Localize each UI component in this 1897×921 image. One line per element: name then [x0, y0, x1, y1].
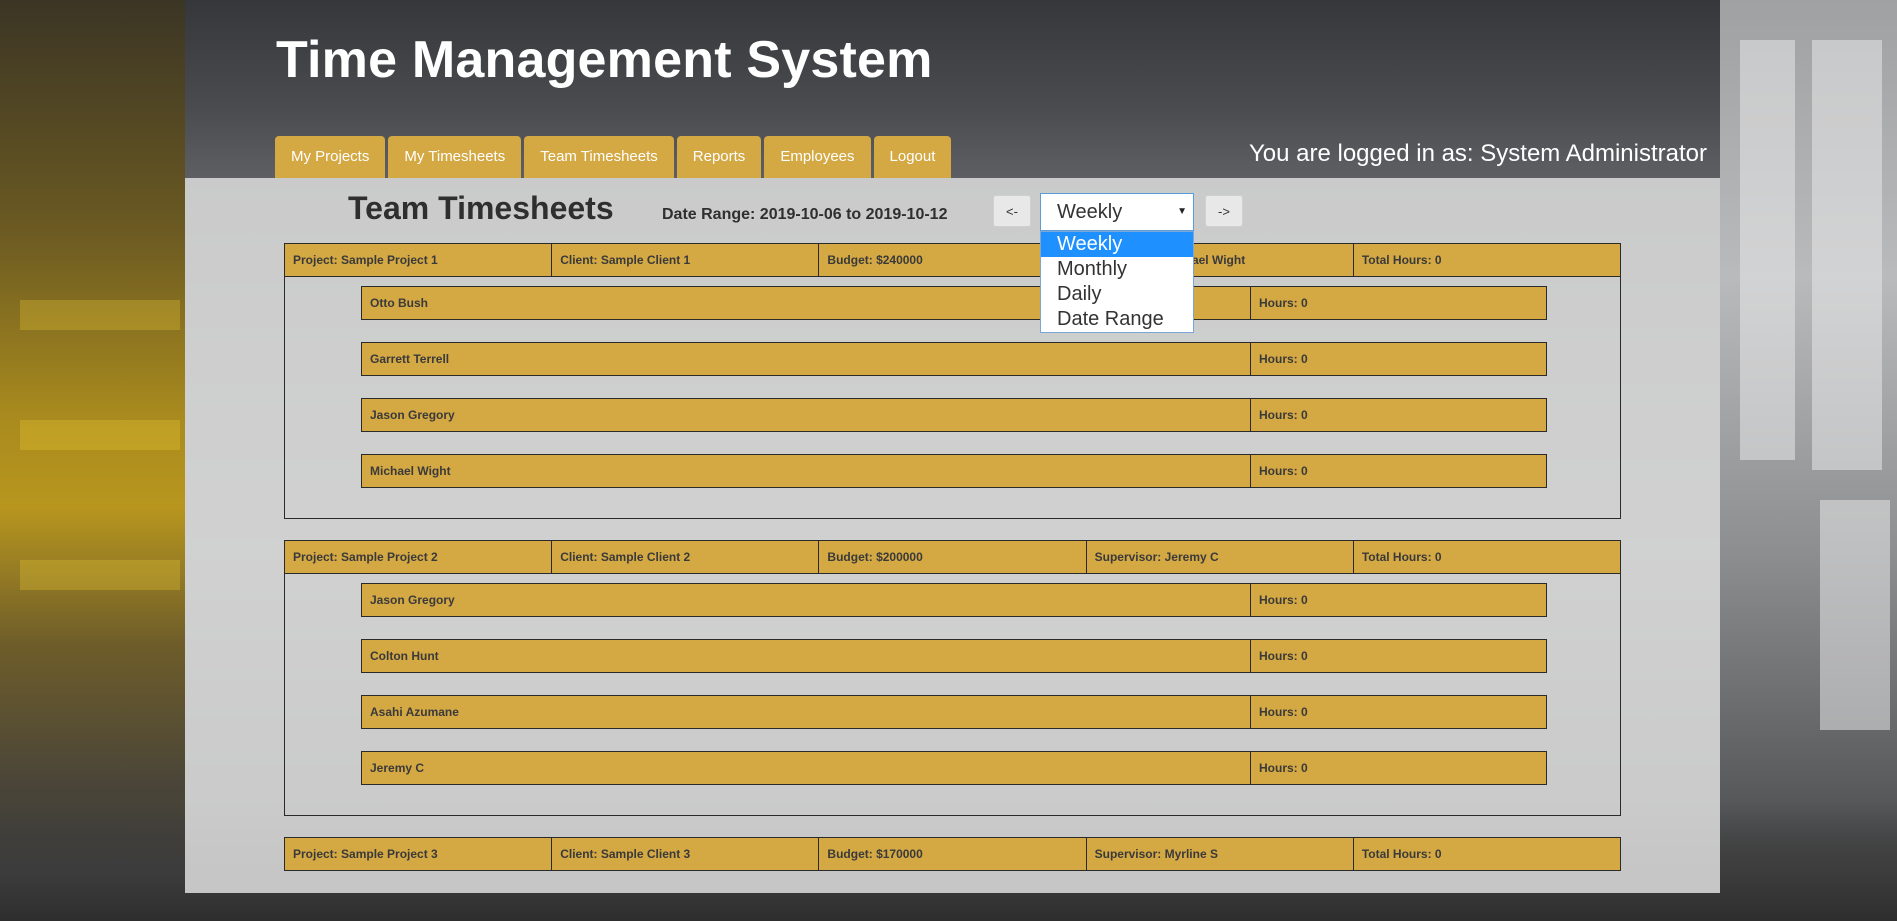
employee-name: Michael Wight	[362, 455, 1251, 487]
background-building	[1720, 0, 1897, 921]
project-total-hours: Total Hours: 0	[1361, 550, 1442, 564]
project-name: Project: Sample Project 2	[285, 541, 553, 573]
tab-my-timesheets[interactable]: My Timesheets	[388, 136, 522, 178]
employee-row[interactable]: Jason Gregory Hours: 0	[361, 583, 1547, 617]
tab-logout[interactable]: Logout	[873, 136, 952, 178]
option-daily[interactable]: Daily	[1041, 282, 1193, 307]
tab-reports[interactable]: Reports	[676, 136, 762, 178]
employee-hours: Hours: 0	[1259, 705, 1308, 719]
date-range-label: Date Range: 2019-10-06 to 2019-10-12	[662, 206, 948, 223]
employee-name: Jeremy C	[362, 752, 1251, 784]
project-supervisor: Supervisor: Myrline S	[1087, 838, 1354, 870]
option-weekly[interactable]: Weekly	[1041, 232, 1193, 257]
period-select-value: Weekly	[1057, 201, 1123, 223]
employee-name: Jason Gregory	[362, 584, 1251, 616]
employee-hours: Hours: 0	[1259, 408, 1308, 422]
project-name: Project: Sample Project 1	[285, 244, 553, 276]
period-select[interactable]: Weekly ▼	[1040, 193, 1194, 231]
project-name: Project: Sample Project 3	[285, 838, 553, 870]
employee-hours: Hours: 0	[1259, 464, 1308, 478]
background-left-blur	[0, 0, 190, 921]
employee-name: Colton Hunt	[362, 640, 1251, 672]
employee-hours: Hours: 0	[1259, 761, 1308, 775]
employee-row[interactable]: Garrett Terrell Hours: 0	[361, 342, 1547, 376]
page-title: Team Timesheets	[348, 190, 614, 226]
tab-my-projects[interactable]: My Projects	[275, 136, 386, 178]
employee-row[interactable]: Jason Gregory Hours: 0	[361, 398, 1547, 432]
option-date-range[interactable]: Date Range	[1041, 307, 1193, 332]
project-header-row[interactable]: Project: Sample Project 2 Client: Sample…	[284, 540, 1621, 574]
project-budget: Budget: $170000	[819, 838, 1087, 870]
project-client: Client: Sample Client 3	[552, 838, 820, 870]
employee-hours: Hours: 0	[1259, 649, 1308, 663]
chevron-down-icon: ▼	[1177, 206, 1187, 217]
tab-employees[interactable]: Employees	[764, 136, 871, 178]
project-budget: Budget: $200000	[819, 541, 1087, 573]
main-panel: Team Timesheets Date Range: 2019-10-06 t…	[185, 178, 1720, 893]
tab-team-timesheets[interactable]: Team Timesheets	[524, 136, 674, 178]
employee-row[interactable]: Jeremy C Hours: 0	[361, 751, 1547, 785]
project-client: Client: Sample Client 1	[552, 244, 820, 276]
employee-row[interactable]: Colton Hunt Hours: 0	[361, 639, 1547, 673]
project-client: Client: Sample Client 2	[552, 541, 820, 573]
previous-period-button[interactable]: <-	[993, 195, 1031, 227]
project-supervisor: Supervisor: Jeremy C	[1087, 541, 1354, 573]
period-dropdown: Weekly Monthly Daily Date Range	[1040, 231, 1194, 333]
project-header-row[interactable]: Project: Sample Project 3 Client: Sample…	[284, 837, 1621, 871]
option-monthly[interactable]: Monthly	[1041, 257, 1193, 282]
employee-name: Garrett Terrell	[362, 343, 1251, 375]
app-title: Time Management System	[276, 31, 933, 89]
next-period-button[interactable]: ->	[1205, 195, 1243, 227]
employee-hours: Hours: 0	[1259, 296, 1308, 310]
employee-hours: Hours: 0	[1259, 593, 1308, 607]
employee-row[interactable]: Otto Bush Hours: 0	[361, 286, 1547, 320]
main-nav: My Projects My Timesheets Team Timesheet…	[275, 136, 952, 178]
employee-row[interactable]: Asahi Azumane Hours: 0	[361, 695, 1547, 729]
employee-row[interactable]: Michael Wight Hours: 0	[361, 454, 1547, 488]
login-status: You are logged in as: System Administrat…	[1248, 140, 1707, 167]
project-total-hours: Total Hours: 0	[1361, 847, 1442, 861]
employee-name: Jason Gregory	[362, 399, 1251, 431]
project-header-row[interactable]: Project: Sample Project 1 Client: Sample…	[284, 243, 1621, 277]
project-total-hours: Total Hours: 0	[1361, 253, 1442, 267]
employee-hours: Hours: 0	[1259, 352, 1308, 366]
employee-name: Asahi Azumane	[362, 696, 1251, 728]
